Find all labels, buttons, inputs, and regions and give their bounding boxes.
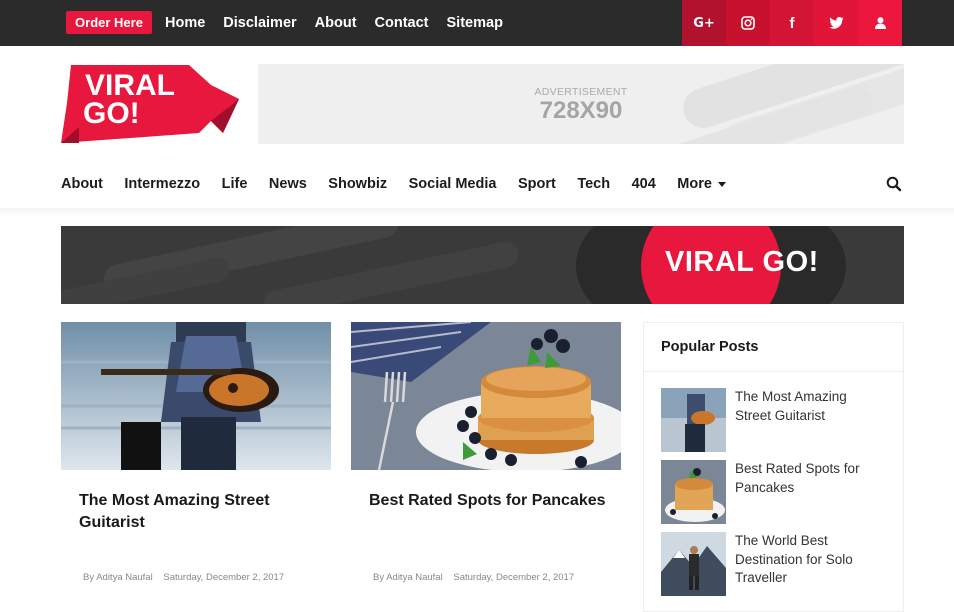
user-icon[interactable] <box>858 0 902 46</box>
post-title[interactable]: Best Rated Spots for Pancakes <box>369 490 609 512</box>
post-image-pancakes[interactable] <box>351 322 621 470</box>
top-link-sitemap[interactable]: Sitemap <box>447 15 503 31</box>
post-author[interactable]: By Aditya Naufal <box>373 572 443 583</box>
top-bar: Order Here Home Disclaimer About Contact… <box>0 0 954 46</box>
nav-item-tech[interactable]: Tech <box>577 176 610 192</box>
nav-item-social-media[interactable]: Social Media <box>409 176 497 192</box>
advertisement-banner[interactable]: ADVERTISEMENT 728X90 <box>258 64 904 144</box>
banner-logo-text: VIRAL GO! <box>665 246 819 278</box>
popular-post-title[interactable]: The Most Amazing Street Guitarist <box>735 388 885 425</box>
nav-item-news[interactable]: News <box>269 176 307 192</box>
nav-item-intermezzo[interactable]: Intermezzo <box>124 176 200 192</box>
post-meta: By Aditya Naufal Saturday, December 2, 2… <box>83 572 292 583</box>
order-here-button[interactable]: Order Here <box>66 11 152 34</box>
main-nav: About Intermezzo Life News Showbiz Socia… <box>61 170 726 198</box>
popular-post-title[interactable]: Best Rated Spots for Pancakes <box>735 460 885 497</box>
widget-title: Popular Posts <box>661 339 759 355</box>
search-icon[interactable] <box>886 176 902 192</box>
post-title[interactable]: The Most Amazing Street Guitarist <box>79 490 319 533</box>
top-links: Home Disclaimer About Contact Sitemap <box>165 0 521 46</box>
post-card[interactable]: The Most Amazing Street Guitarist By Adi… <box>61 322 331 612</box>
nav-item-sport[interactable]: Sport <box>518 176 556 192</box>
site-logo[interactable]: VIRAL GO! <box>61 63 241 145</box>
top-link-about[interactable]: About <box>315 15 357 31</box>
popular-post-thumb[interactable] <box>661 532 726 596</box>
nav-more-label: More <box>677 176 712 192</box>
nav-item-404[interactable]: 404 <box>632 176 656 192</box>
nav-item-life[interactable]: Life <box>222 176 248 192</box>
top-link-disclaimer[interactable]: Disclaimer <box>223 15 296 31</box>
popular-posts-widget: Popular Posts The Most Amazing Street Gu… <box>643 322 904 612</box>
nav-item-showbiz[interactable]: Showbiz <box>328 176 387 192</box>
divider <box>644 371 903 372</box>
post-image-guitarist[interactable] <box>61 322 331 470</box>
popular-post-thumb[interactable] <box>661 388 726 452</box>
post-meta: By Aditya Naufal Saturday, December 2, 2… <box>373 572 582 583</box>
social-links: G+ f <box>682 0 902 46</box>
chevron-down-icon <box>717 181 726 187</box>
twitter-icon[interactable] <box>814 0 858 46</box>
nav-item-about[interactable]: About <box>61 176 103 192</box>
logo-line2: GO! <box>83 97 140 130</box>
top-link-home[interactable]: Home <box>165 15 205 31</box>
popular-post-thumb[interactable] <box>661 460 726 524</box>
post-card[interactable]: Best Rated Spots for Pancakes By Aditya … <box>351 322 621 612</box>
google-plus-icon[interactable]: G+ <box>682 0 726 46</box>
post-date: Saturday, December 2, 2017 <box>163 572 285 583</box>
popular-post-title[interactable]: The World Best Destination for Solo Trav… <box>735 532 885 588</box>
promo-banner[interactable]: VIRAL GO! <box>61 226 904 304</box>
ad-size: 728X90 <box>539 97 623 124</box>
post-author[interactable]: By Aditya Naufal <box>83 572 153 583</box>
post-date: Saturday, December 2, 2017 <box>453 572 575 583</box>
facebook-icon[interactable]: f <box>770 0 814 46</box>
instagram-icon[interactable] <box>726 0 770 46</box>
nav-item-more[interactable]: More <box>677 176 726 192</box>
top-link-contact[interactable]: Contact <box>375 15 429 31</box>
nav-divider <box>0 208 954 216</box>
